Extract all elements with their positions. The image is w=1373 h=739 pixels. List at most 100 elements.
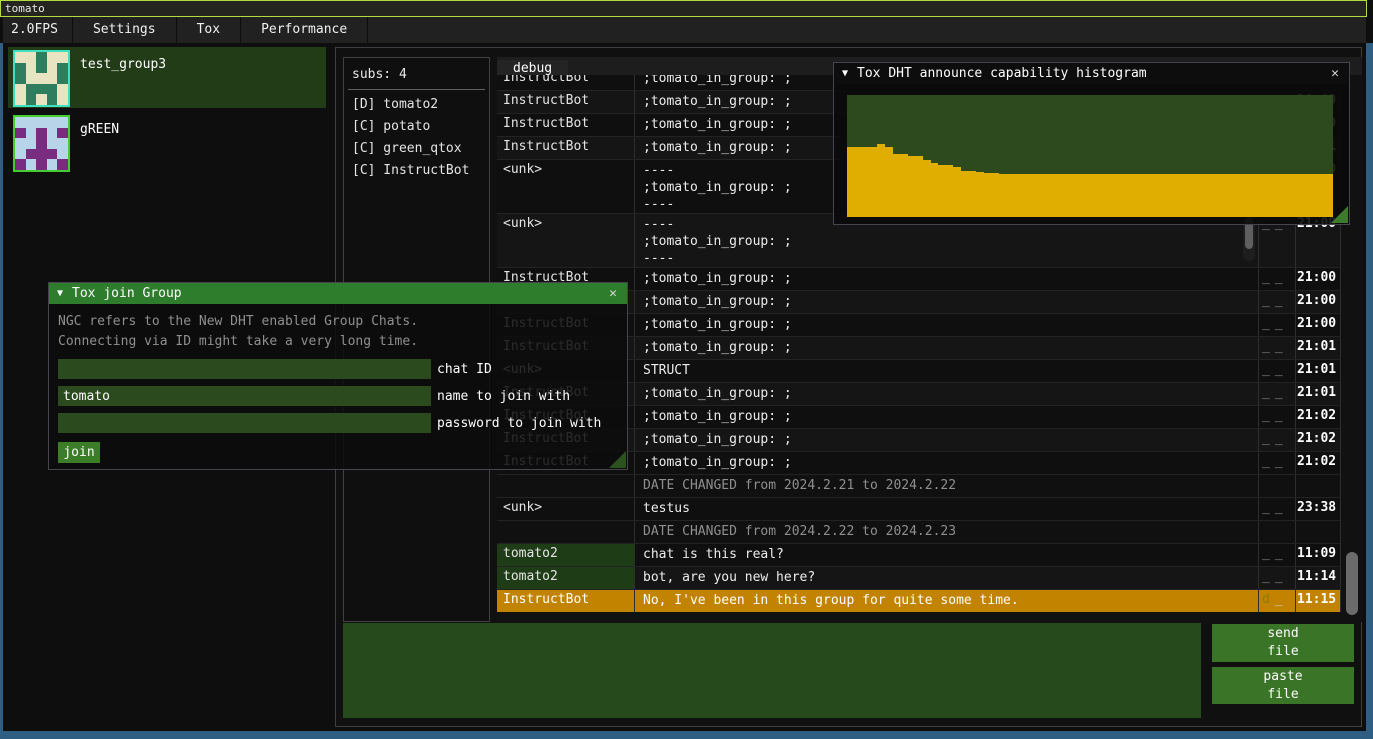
message-text: No, I've been in this group for quite so… <box>635 590 1258 612</box>
resize-grip[interactable] <box>609 451 626 468</box>
window-frame-bottom <box>0 731 1373 739</box>
avatar-pixel <box>36 63 47 74</box>
message-status: __ <box>1258 544 1295 566</box>
sender-name: <unk> <box>497 160 635 213</box>
avatar-pixel <box>57 138 68 149</box>
histogram-bar <box>1022 174 1030 217</box>
window-title: tomato <box>5 2 45 15</box>
avatar-pixel <box>15 138 26 149</box>
menu-fps-label: 2.0FPS <box>3 17 73 43</box>
histogram-bar <box>1265 174 1273 217</box>
status-flag-1: _ <box>1262 569 1270 584</box>
sidebar-item-green[interactable]: gREEN <box>8 112 326 173</box>
os-titlebar[interactable]: tomato <box>0 0 1367 17</box>
sidebar-item-test-group3[interactable]: test_group3 <box>8 47 326 108</box>
date-separator-row[interactable]: DATE CHANGED from 2024.2.22 to 2024.2.23 <box>497 521 1341 544</box>
avatar-pixel <box>47 128 58 139</box>
histogram-bar <box>1318 174 1326 217</box>
close-icon[interactable]: ✕ <box>607 286 619 301</box>
avatar-pixel <box>15 94 26 105</box>
avatar-pixel <box>36 138 47 149</box>
dht-capability-histogram <box>847 95 1333 217</box>
group-avatar <box>13 115 70 172</box>
window-frame-right <box>1366 43 1373 731</box>
join-button[interactable]: join <box>58 442 100 463</box>
menu-tox[interactable]: Tox <box>177 17 241 43</box>
message-row[interactable]: InstructBotNo, I've been in this group f… <box>497 590 1341 612</box>
status-flag-1: _ <box>1262 316 1270 331</box>
avatar-pixel <box>15 149 26 160</box>
member-item-green-qtox[interactable]: [C] green_qtox <box>344 139 489 161</box>
histogram-bar <box>1166 174 1174 217</box>
sender-name: InstructBot <box>497 590 635 612</box>
date-separator-row[interactable]: DATE CHANGED from 2024.2.21 to 2024.2.22 <box>497 475 1341 498</box>
histogram-bar <box>1136 174 1144 217</box>
histogram-bar <box>1006 174 1014 217</box>
collapse-icon[interactable]: ▼ <box>57 288 63 299</box>
avatar-pixel <box>36 84 47 95</box>
chat-id-input[interactable] <box>58 359 431 379</box>
status-flag-1: d <box>1262 592 1270 607</box>
sender-name: <unk> <box>497 214 635 267</box>
join-window-titlebar[interactable]: ▼ Tox join Group ✕ <box>49 283 627 304</box>
message-text: ;tomato_in_group: ; <box>635 452 1258 474</box>
message-line: ;tomato_in_group: ; <box>643 293 1250 310</box>
sender-name: InstructBot <box>497 75 635 90</box>
message-input[interactable] <box>343 623 1201 718</box>
collapse-icon[interactable]: ▼ <box>842 68 848 79</box>
histogram-bar <box>938 165 946 217</box>
message-line: ;tomato_in_group: ; <box>643 316 1250 333</box>
avatar-pixel <box>15 52 26 63</box>
message-status: __ <box>1258 429 1295 451</box>
histogram-bar <box>1249 174 1257 217</box>
join-description-line2: Connecting via ID might take a very long… <box>49 332 627 352</box>
message-text: ;tomato_in_group: ; <box>635 383 1258 405</box>
histogram-bar <box>1120 174 1128 217</box>
avatar-pixel <box>36 149 47 160</box>
histogram-bar <box>1060 174 1068 217</box>
avatar-pixel <box>57 159 68 170</box>
histogram-window-title: Tox DHT announce capability histogram <box>857 66 1329 81</box>
message-row[interactable]: tomato2chat is this real?__11:09 <box>497 544 1341 567</box>
avatar-pixel <box>57 63 68 74</box>
histogram-bar <box>877 144 885 217</box>
close-icon[interactable]: ✕ <box>1329 66 1341 81</box>
message-text: bot, are you new here? <box>635 567 1258 589</box>
join-password-input[interactable] <box>58 413 431 433</box>
message-line: ---- <box>643 250 1250 267</box>
message-status: __ <box>1258 406 1295 428</box>
message-status: __ <box>1258 383 1295 405</box>
message-row[interactable]: tomato2bot, are you new here?__11:14 <box>497 567 1341 590</box>
chat-scrollbar[interactable] <box>1346 552 1358 615</box>
avatar-pixel <box>47 159 58 170</box>
avatar-pixel <box>15 73 26 84</box>
message-status: d_ <box>1258 590 1295 612</box>
paste-file-button[interactable]: paste file <box>1212 667 1354 704</box>
send-file-button[interactable]: send file <box>1212 624 1354 662</box>
histogram-bar <box>984 173 992 217</box>
avatar-pixel <box>15 117 26 128</box>
histogram-bar <box>1242 174 1250 217</box>
histogram-bar <box>1257 174 1265 217</box>
message-status: __ <box>1258 337 1295 359</box>
member-item-tomato2[interactable]: [D] tomato2 <box>344 95 489 117</box>
menu-settings[interactable]: Settings <box>73 17 177 43</box>
avatar-pixel <box>36 128 47 139</box>
histogram-bar <box>893 154 901 217</box>
message-timestamp: 21:01 <box>1295 383 1341 405</box>
join-name-input[interactable] <box>58 386 431 406</box>
histogram-window-titlebar[interactable]: ▼ Tox DHT announce capability histogram … <box>834 63 1349 84</box>
menu-performance[interactable]: Performance <box>241 17 368 43</box>
member-item-potato[interactable]: [C] potato <box>344 117 489 139</box>
message-line: ;tomato_in_group: ; <box>643 339 1250 356</box>
member-item-instructbot[interactable]: [C] InstructBot <box>344 161 489 183</box>
message-line: testus <box>643 500 1250 517</box>
message-row[interactable]: <unk>testus__23:38 <box>497 498 1341 521</box>
message-text: ;tomato_in_group: ; <box>635 291 1258 313</box>
status-flag-1: _ <box>1262 500 1270 515</box>
status-flag-1: _ <box>1262 546 1270 561</box>
avatar-pixel <box>26 128 37 139</box>
histogram-bar <box>953 167 961 217</box>
resize-grip[interactable] <box>1331 206 1348 223</box>
histogram-bar <box>1143 174 1151 217</box>
